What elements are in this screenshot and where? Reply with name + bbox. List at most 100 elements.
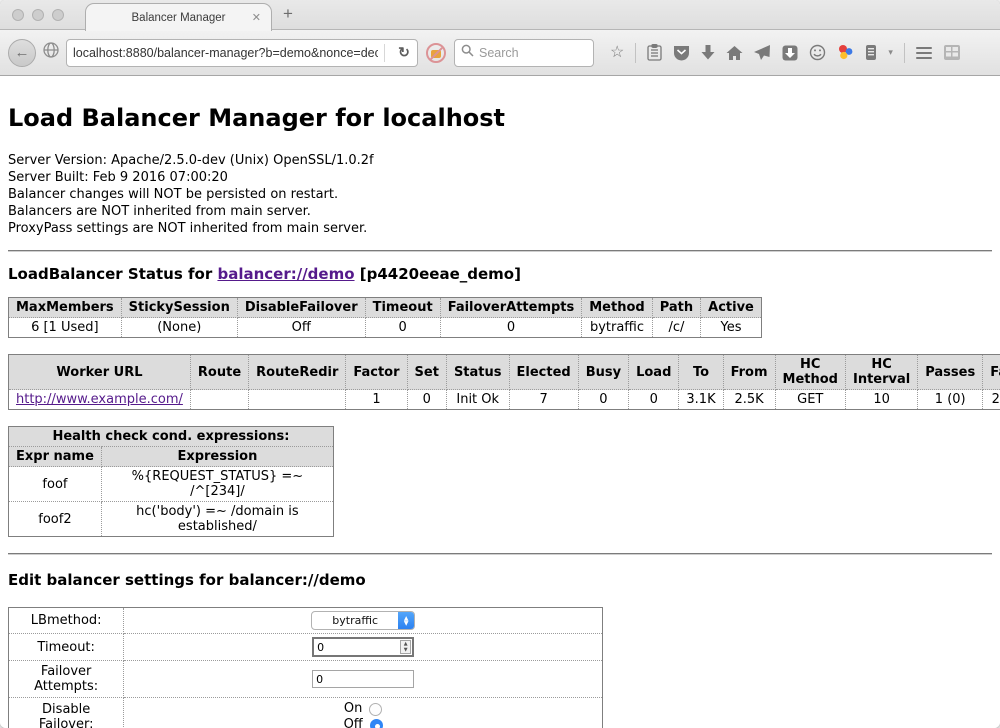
- section-divider: [8, 250, 992, 252]
- sidebar-clip-icon[interactable]: [865, 44, 877, 61]
- overflow-caret-icon[interactable]: ▾: [888, 47, 893, 58]
- pocket-icon[interactable]: [673, 45, 690, 61]
- form-row-timeout: Timeout: 0 ▲▼: [9, 634, 603, 661]
- col-header: Active: [701, 298, 762, 318]
- edit-balancer-heading: Edit balancer settings for balancer://de…: [8, 571, 992, 589]
- search-bar[interactable]: [454, 39, 594, 67]
- site-info-globe-icon[interactable]: [42, 41, 60, 64]
- health-check-title: Health check cond. expressions:: [9, 427, 334, 447]
- navigation-toolbar: ← localhost:8880/balancer-manager?b=demo…: [0, 30, 1000, 76]
- content-blocker-icon[interactable]: [426, 43, 446, 63]
- col-header: Busy: [578, 355, 628, 390]
- home-icon[interactable]: [726, 45, 743, 61]
- browser-window: Balancer Manager ✕ + ← localhost:8880/ba…: [0, 0, 1000, 728]
- timeout-input[interactable]: 0 ▲▼: [312, 637, 414, 657]
- screenshot-download-icon[interactable]: [782, 45, 798, 61]
- send-tab-icon[interactable]: [754, 45, 771, 61]
- col-header: Elected: [509, 355, 578, 390]
- page-title: Load Balancer Manager for localhost: [8, 104, 992, 132]
- col-header: Expression: [101, 447, 333, 467]
- radio-on[interactable]: [369, 703, 382, 716]
- col-header: Set: [407, 355, 446, 390]
- table-header-row: MaxMembers StickySession DisableFailover…: [9, 298, 762, 318]
- col-header: Fails: [983, 355, 1000, 390]
- close-tab-icon[interactable]: ✕: [252, 11, 261, 24]
- window-controls[interactable]: [12, 9, 64, 21]
- col-header: FailoverAttempts: [440, 298, 582, 318]
- zoom-window-button[interactable]: [52, 9, 64, 21]
- status-heading-suffix: [p4420eeae_demo]: [355, 265, 521, 283]
- cell-from: 2.5K: [723, 390, 775, 410]
- minimize-window-button[interactable]: [32, 9, 44, 21]
- downloads-icon[interactable]: [701, 45, 715, 61]
- col-header: Path: [652, 298, 700, 318]
- persist-warning-line: Balancer changes will NOT be persisted o…: [8, 186, 992, 203]
- disable-failover-label: Disable Failover:: [9, 698, 124, 728]
- cell-path: /c/: [652, 318, 700, 338]
- cell-failoverattempts: 0: [440, 318, 582, 338]
- cell-elected: 7: [509, 390, 578, 410]
- radio-off-label: Off: [344, 717, 363, 728]
- new-tab-button[interactable]: +: [283, 4, 293, 24]
- cell-stickysession: (None): [121, 318, 237, 338]
- feedback-smiley-icon[interactable]: [809, 44, 826, 61]
- col-header: Route: [190, 355, 248, 390]
- tab-groups-icon[interactable]: [943, 44, 961, 61]
- health-check-table: Health check cond. expressions: Expr nam…: [8, 426, 334, 537]
- table-header-row: Worker URL Route RouteRedir Factor Set S…: [9, 355, 1000, 390]
- number-spinner-icon[interactable]: ▲▼: [400, 640, 411, 654]
- balancer-demo-link[interactable]: balancer://demo: [217, 265, 354, 283]
- tab-strip: Balancer Manager ✕ +: [0, 0, 1000, 30]
- lbmethod-select[interactable]: bytraffic ▲▼: [311, 611, 415, 630]
- section-divider: [8, 553, 992, 555]
- col-header: Passes: [918, 355, 983, 390]
- status-heading-prefix: LoadBalancer Status for: [8, 265, 217, 283]
- form-row-lbmethod: LBmethod: bytraffic ▲▼: [9, 608, 603, 634]
- search-icon: [461, 44, 474, 62]
- toolbar-icons: ☆: [610, 43, 961, 63]
- cell-expr-name: foof2: [9, 502, 102, 537]
- cell-fails: 2 (0): [983, 390, 1000, 410]
- proxypass-warning-line: ProxyPass settings are NOT inherited fro…: [8, 220, 992, 237]
- url-text[interactable]: localhost:8880/balancer-manager?b=demo&n…: [73, 46, 378, 60]
- form-row-disable-failover: Disable Failover: On Off: [9, 698, 603, 728]
- cell-factor: 1: [346, 390, 407, 410]
- col-header: From: [723, 355, 775, 390]
- tab-balancer-manager[interactable]: Balancer Manager ✕: [85, 3, 272, 31]
- col-header: Timeout: [365, 298, 440, 318]
- cell-expr-name: foof: [9, 467, 102, 502]
- close-window-button[interactable]: [12, 9, 24, 21]
- cell-status: Init Ok: [446, 390, 509, 410]
- failover-attempts-input[interactable]: [312, 670, 414, 688]
- back-button[interactable]: ←: [8, 39, 36, 67]
- cell-busy: 0: [578, 390, 628, 410]
- radio-on-label: On: [344, 701, 362, 717]
- table-title-row: Health check cond. expressions:: [9, 427, 334, 447]
- extensions-colordots-icon[interactable]: [837, 44, 854, 61]
- select-stepper-icon: ▲▼: [398, 611, 414, 630]
- cell-expression: %{REQUEST_STATUS} =~ /^[234]/: [101, 467, 333, 502]
- tab-title: Balancer Manager: [132, 12, 226, 24]
- server-built-line: Server Built: Feb 9 2016 07:00:20: [8, 169, 992, 186]
- radio-off-selected[interactable]: [370, 719, 383, 728]
- worker-url-link[interactable]: http://www.example.com/: [16, 392, 183, 407]
- cell-hc-method: GET: [775, 390, 845, 410]
- page-content: Load Balancer Manager for localhost Serv…: [0, 76, 1000, 728]
- menu-icon[interactable]: [916, 47, 932, 59]
- col-header: StickySession: [121, 298, 237, 318]
- search-input[interactable]: [479, 46, 579, 60]
- reading-list-icon[interactable]: [647, 44, 662, 61]
- worker-table: Worker URL Route RouteRedir Factor Set S…: [8, 354, 1000, 410]
- expr-row: foof2 hc('body') =~ /domain is establish…: [9, 502, 334, 537]
- cell-set: 0: [407, 390, 446, 410]
- bookmark-star-icon[interactable]: ☆: [610, 45, 624, 61]
- cell-routeredir: [249, 390, 346, 410]
- cell-method: bytraffic: [582, 318, 652, 338]
- timeout-label: Timeout:: [9, 634, 124, 661]
- col-header: Status: [446, 355, 509, 390]
- reload-icon[interactable]: ↻: [391, 44, 417, 61]
- lbmethod-selected-value: bytraffic: [312, 614, 398, 627]
- cell-passes: 1 (0): [918, 390, 983, 410]
- url-bar[interactable]: localhost:8880/balancer-manager?b=demo&n…: [66, 39, 418, 67]
- col-header: To: [679, 355, 723, 390]
